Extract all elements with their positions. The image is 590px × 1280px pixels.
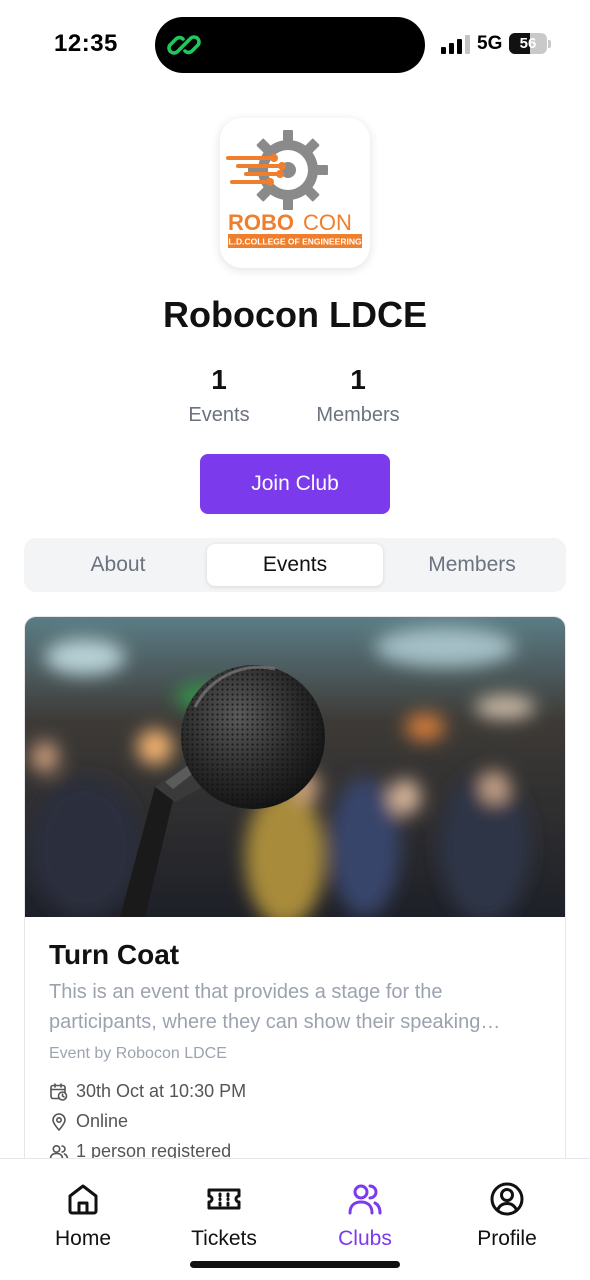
nav-profile[interactable]: Profile <box>447 1181 567 1251</box>
nav-tickets-label: Tickets <box>191 1227 257 1250</box>
location-pin-icon <box>52 1112 66 1131</box>
nav-home-label: Home <box>54 1227 112 1250</box>
event-title: Turn Coat <box>49 939 180 970</box>
event-image <box>25 617 565 917</box>
club-logo: ROBO CON L.D.COLLEGE OF ENGINEERING <box>220 118 370 268</box>
nav-home[interactable]: Home <box>23 1181 143 1251</box>
members-count: 1 <box>350 364 366 395</box>
network-type: 5G <box>477 33 503 54</box>
event-date: 30th Oct at 10:30 PM <box>76 1081 247 1101</box>
tab-events[interactable]: Events <box>207 544 383 586</box>
users-icon <box>348 1184 382 1215</box>
logo-robo-text: ROBO <box>228 210 294 235</box>
event-card[interactable]: Turn Coat This is an event that provides… <box>24 616 566 1176</box>
calendar-clock-icon <box>50 1082 68 1101</box>
event-organizer: Event by Robocon LDCE <box>49 1045 227 1062</box>
nav-profile-label: Profile <box>477 1227 537 1250</box>
event-location: Online <box>76 1111 129 1131</box>
status-time: 12:35 <box>54 30 118 57</box>
nav-clubs[interactable]: Clubs <box>305 1181 425 1251</box>
user-circle-icon <box>490 1182 524 1216</box>
members-stat: 1 Members <box>288 362 428 430</box>
home-icon <box>68 1184 98 1215</box>
ticket-icon <box>207 1188 241 1210</box>
signal-icon <box>441 35 470 54</box>
home-indicator <box>190 1261 400 1268</box>
battery-percent: 56 <box>519 35 537 52</box>
battery-nub <box>548 40 551 48</box>
events-count: 1 <box>211 364 227 395</box>
dynamic-island <box>155 17 425 73</box>
tab-members[interactable]: Members <box>384 544 560 586</box>
events-label: Events <box>188 404 250 426</box>
battery-icon: 56 <box>509 33 547 54</box>
robocon-logo-image: ROBO CON L.D.COLLEGE OF ENGINEERING <box>226 130 362 248</box>
event-location-row: Online <box>49 1111 128 1132</box>
link-icon <box>167 35 201 55</box>
join-club-button[interactable]: Join Club <box>200 454 390 514</box>
members-label: Members <box>316 404 400 426</box>
event-description: This is an event that provides a stage f… <box>49 981 501 1033</box>
segmented-tabs: About Events Members <box>24 538 566 592</box>
event-date-row: 30th Oct at 10:30 PM <box>49 1081 246 1102</box>
tab-about[interactable]: About <box>30 544 206 586</box>
events-stat: 1 Events <box>149 362 289 430</box>
logo-con-text: CON <box>303 210 352 235</box>
club-name: Robocon LDCE <box>163 294 427 335</box>
nav-clubs-label: Clubs <box>338 1227 392 1250</box>
nav-tickets[interactable]: Tickets <box>164 1181 284 1251</box>
logo-subtitle: L.D.COLLEGE OF ENGINEERING <box>228 237 362 247</box>
status-bar: 12:35 5G 56 <box>0 0 590 90</box>
